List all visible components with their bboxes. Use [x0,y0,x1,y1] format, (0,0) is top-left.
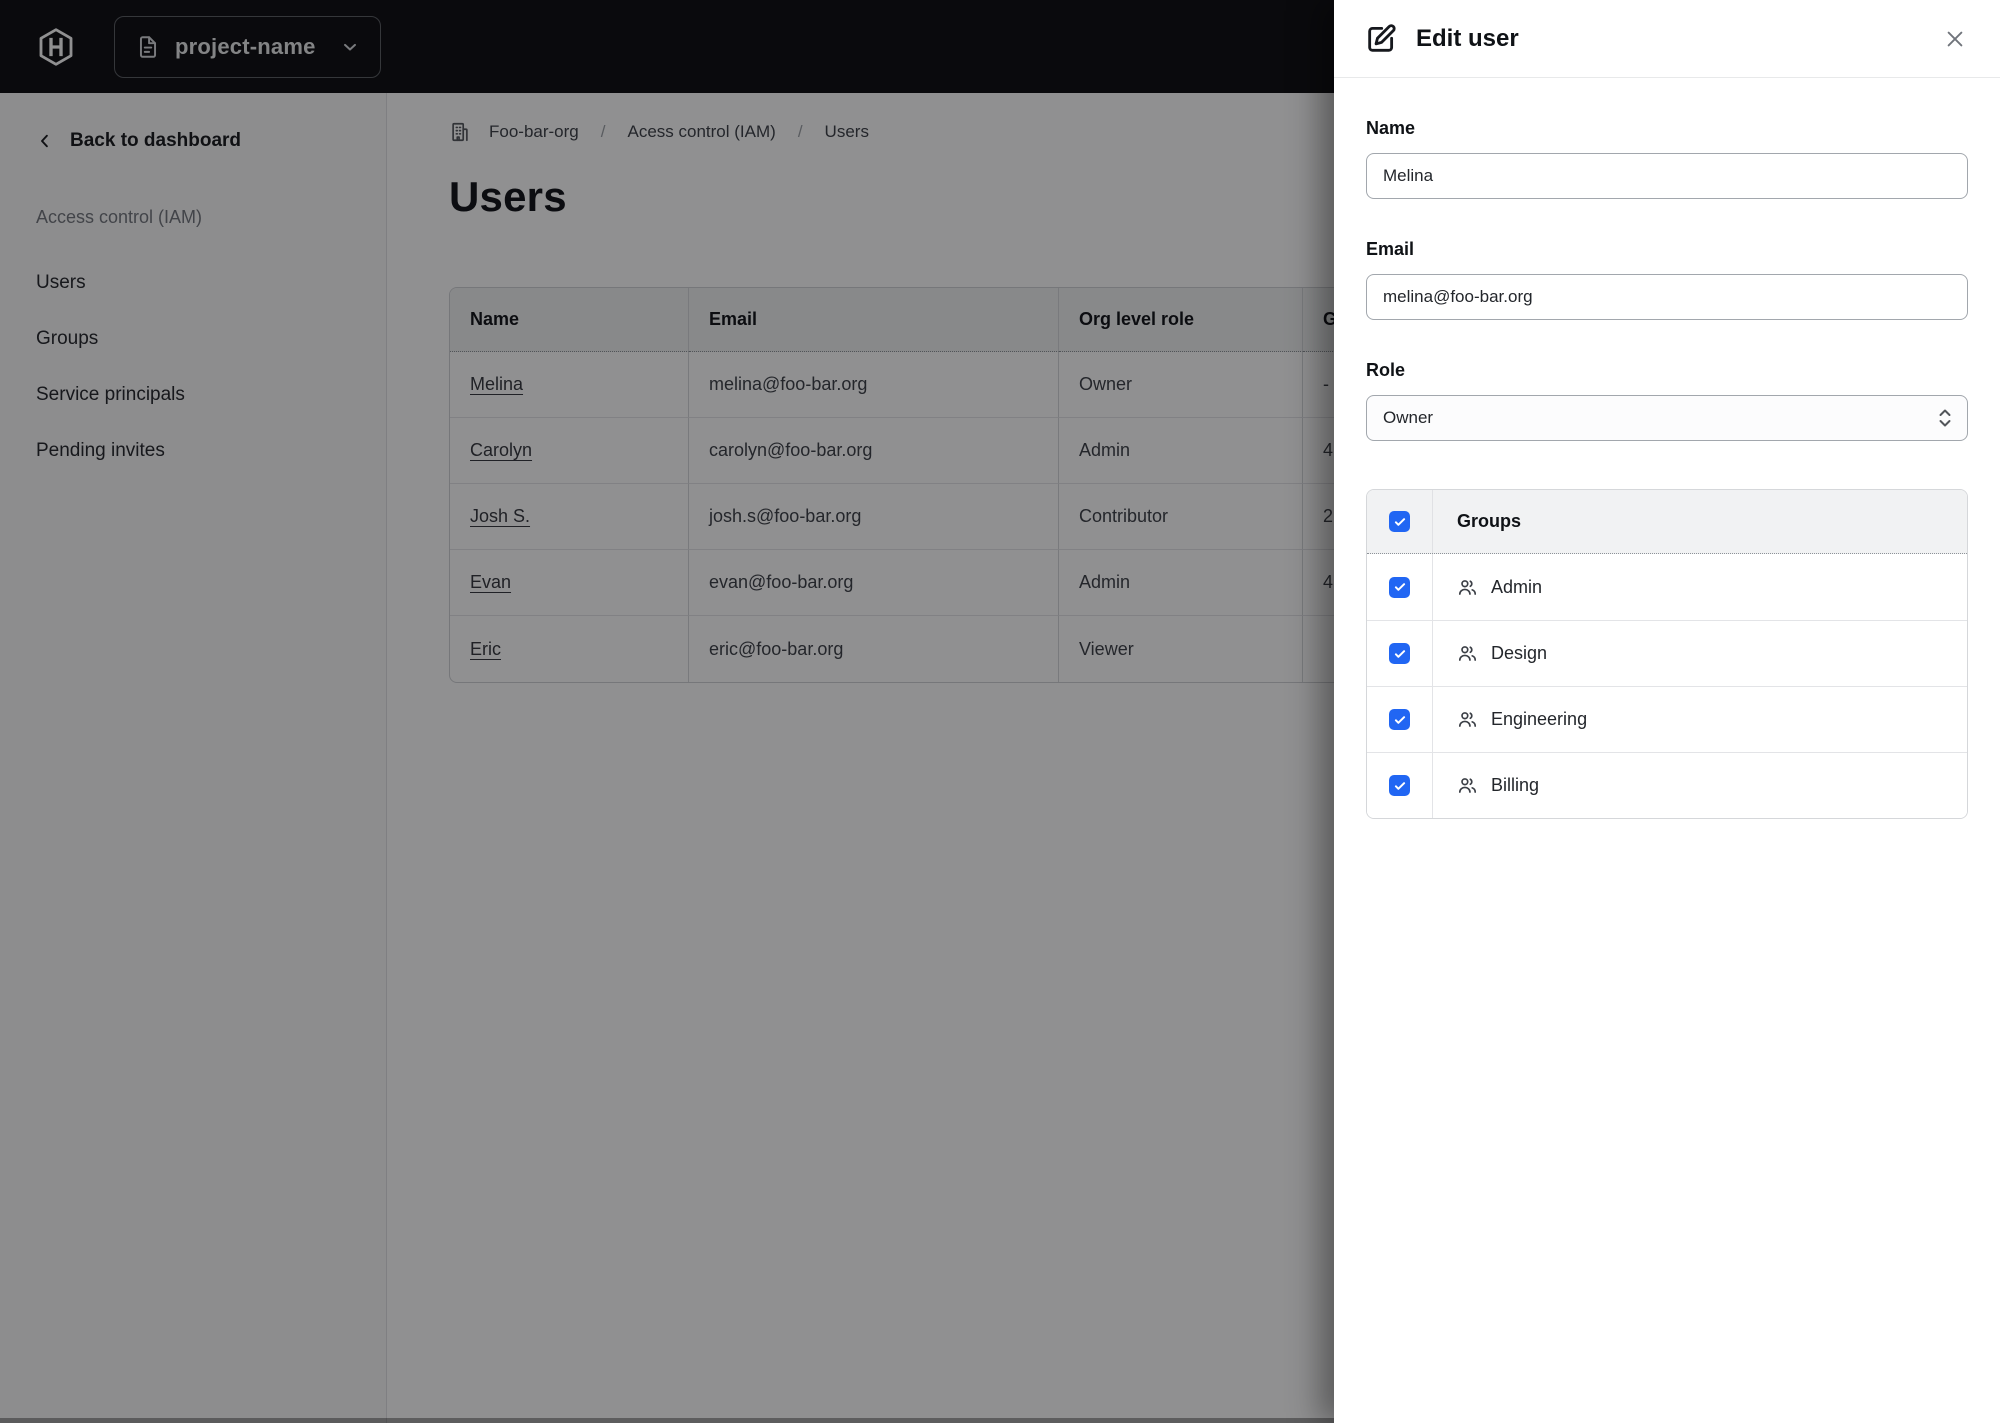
groups-checklist: Groups Admin Design Engineering Billing [1366,489,1968,819]
groups-header-row: Groups [1367,490,1967,554]
drawer-header: Edit user [1334,0,2000,78]
group-label: Engineering [1491,709,1588,729]
group-label: Design [1491,643,1548,663]
role-select-wrap: Owner [1366,395,1968,441]
users-group-icon [1457,775,1478,796]
role-select[interactable]: Owner [1366,395,1968,441]
drawer-body: Name Email Role Owner [1334,78,2000,1423]
groups-header-label-cell: Groups [1433,490,1967,553]
groups-header-label: Groups [1457,511,1522,531]
checkmark-icon [1394,715,1405,724]
group-row-design: Design [1367,620,1967,686]
email-input[interactable] [1366,274,1968,320]
checkmark-icon [1394,781,1405,790]
group-label: Billing [1491,775,1540,795]
group-row-engineering: Engineering [1367,686,1967,752]
role-select-value: Owner [1383,408,1434,427]
group-label: Admin [1491,576,1543,597]
group-row-admin: Admin [1367,554,1967,620]
name-field-group: Name [1366,118,1968,199]
group-row-billing: Billing [1367,752,1967,818]
checkmark-icon [1394,583,1405,591]
drawer-title: Edit user [1416,24,1519,52]
email-field-label: Email [1366,239,1415,259]
group-checkbox-engineering[interactable] [1389,709,1410,730]
group-checkbox-billing[interactable] [1389,775,1410,796]
groups-select-all-checkbox[interactable] [1389,511,1410,532]
close-icon[interactable] [1940,24,1970,54]
name-input[interactable] [1366,153,1968,199]
email-field-group: Email [1366,239,1968,320]
role-field-group: Role Owner [1366,360,1968,441]
name-field-label: Name [1366,118,1416,138]
group-checkbox-admin[interactable] [1389,576,1410,598]
users-group-icon [1457,709,1478,730]
group-checkbox-design[interactable] [1389,643,1410,664]
checkmark-icon [1394,517,1405,526]
edit-user-drawer: Edit user Name Email Role Owner [1334,0,2000,1423]
edit-icon [1364,22,1398,56]
users-group-icon [1457,643,1478,664]
checkmark-icon [1394,649,1405,658]
users-group-icon [1457,577,1478,598]
role-field-label: Role [1366,360,1406,380]
